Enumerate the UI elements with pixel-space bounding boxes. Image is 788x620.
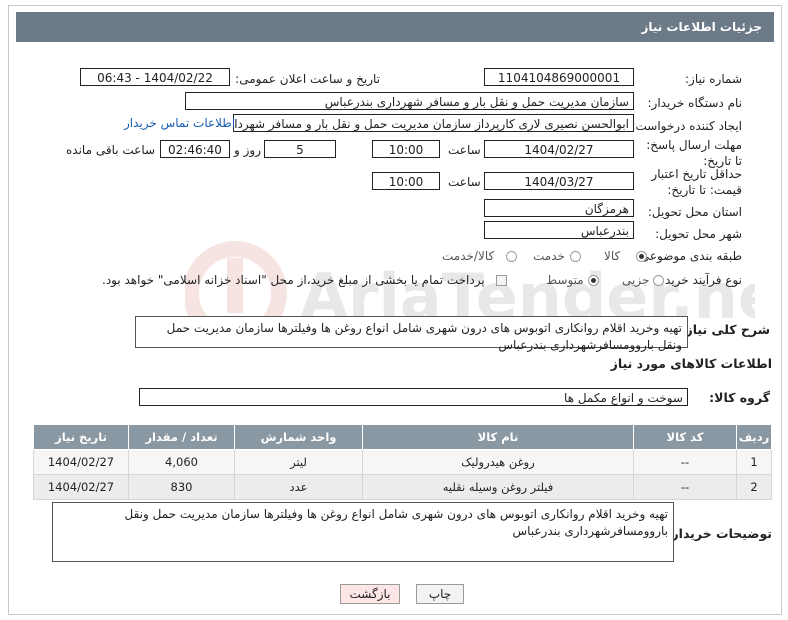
table-row: 1 -- روغن هیدرولیک لیتر 4,060 1404/02/27 [33,449,772,475]
price-validity-label: حداقل تاریخ اعتبار قیمت: تا تاریخ: [651,167,742,197]
table-row: 2 -- فیلتر روغن وسیله نقلیه عدد 830 1404… [33,474,772,500]
buyer-org-field: سازمان مدیریت حمل و نقل بار و مسافر شهرد… [185,92,634,110]
reply-date-field: 1404/02/27 [484,140,634,158]
items-table: ردیف کد کالا نام کالا واحد شمارش تعداد /… [33,424,772,500]
reply-deadline-label: مهلت ارسال پاسخ: تا تاریخ: [646,138,742,168]
province-field: هرمزگان [484,199,634,217]
header-quantity: تعداد / مقدار [128,424,235,450]
remaining-time-field: 02:46:40 [160,140,230,158]
goods-group-field: سوخت و انواع مکمل ها [139,388,688,406]
header-need-date: تاریخ نیاز [33,424,129,450]
row-index-cell: 1 [736,449,772,475]
back-button[interactable]: بازگشت [340,584,400,604]
requester-field: ابوالحسن نصیری لاری کارپرداز سازمان مدیر… [233,114,634,132]
validity-time-label: ساعت [448,175,481,189]
item-name-cell: روغن هیدرولیک [362,449,634,475]
delivery-province-label: استان محل تحویل: [647,205,742,219]
quantity-cell: 4,060 [128,449,235,475]
days-label: روز و [234,143,261,157]
header-item-code: کد کالا [633,424,737,450]
category-goods-radio[interactable] [636,251,647,262]
header-item-name: نام کالا [362,424,634,450]
goods-section-title: اطلاعات کالاهای مورد نیاز [610,356,772,371]
category-label: طبقه بندی موضوعی: [635,249,742,263]
treasury-payment-checkbox[interactable] [496,275,507,286]
purchase-minor-radio[interactable] [653,275,664,286]
item-code-cell: -- [633,474,737,500]
item-code-cell: -- [633,449,737,475]
buyer-notes-textarea[interactable]: تهیه وخرید اقلام روانکاری اتوبوس های درو… [52,502,674,562]
validity-time-field: 10:00 [372,172,440,190]
need-date-cell: 1404/02/27 [33,474,129,500]
row-index-cell: 2 [736,474,772,500]
purchase-minor-label: جزیی [622,273,650,287]
page-title-bar: جزئیات اطلاعات نیاز [16,12,774,42]
goods-group-label: گروه کالا: [709,390,770,405]
page-title: جزئیات اطلاعات نیاز [641,20,762,34]
category-goods-service-radio[interactable] [506,251,517,262]
announce-datetime-field: 1404/02/22 - 06:43 [80,68,230,86]
summary-label: شرح کلی نیاز: [680,322,770,337]
city-field: بندرعباس [484,221,634,239]
need-date-cell: 1404/02/27 [33,449,129,475]
item-name-cell: فیلتر روغن وسیله نقلیه [362,474,634,500]
delivery-city-label: شهر محل تحویل: [655,227,742,241]
quantity-cell: 830 [128,474,235,500]
need-number-field: 1104104869000001 [484,68,634,86]
category-goods-service-label: کالا/خدمت [442,249,495,263]
reply-time-label: ساعت [448,143,481,157]
requester-label: ایجاد کننده درخواست: [631,119,742,133]
validity-date-field: 1404/03/27 [484,172,634,190]
reply-time-field: 10:00 [372,140,440,158]
need-number-label: شماره نیاز: [685,72,742,86]
buyer-org-label: نام دستگاه خریدار: [647,96,743,110]
unit-cell: عدد [234,474,363,500]
purchase-type-label: نوع فرآیند خرید : [657,273,742,287]
reply-days-field: 5 [264,140,336,158]
category-service-label: خدمت [533,249,565,263]
announce-datetime-label: تاریخ و ساعت اعلان عمومی: [235,72,380,86]
category-goods-label: کالا [604,249,621,263]
unit-cell: لیتر [234,449,363,475]
remaining-label: ساعت باقی مانده [66,143,156,157]
header-unit: واحد شمارش [234,424,363,450]
header-row-index: ردیف [736,424,772,450]
buyer-notes-label: توضیحات خریدار: [666,526,772,541]
print-button[interactable]: چاپ [416,584,464,604]
table-header-row: ردیف کد کالا نام کالا واحد شمارش تعداد /… [33,424,772,450]
purchase-medium-radio[interactable] [588,275,599,286]
purchase-medium-label: متوسط [546,273,584,287]
treasury-payment-note: پرداخت تمام یا بخشی از مبلغ خرید،از محل … [102,273,485,287]
category-service-radio[interactable] [570,251,581,262]
buyer-contact-link[interactable]: اطلاعات تماس خریدار [124,116,235,130]
summary-textarea[interactable]: تهیه وخرید اقلام روانکاری اتوبوس های درو… [135,316,688,352]
